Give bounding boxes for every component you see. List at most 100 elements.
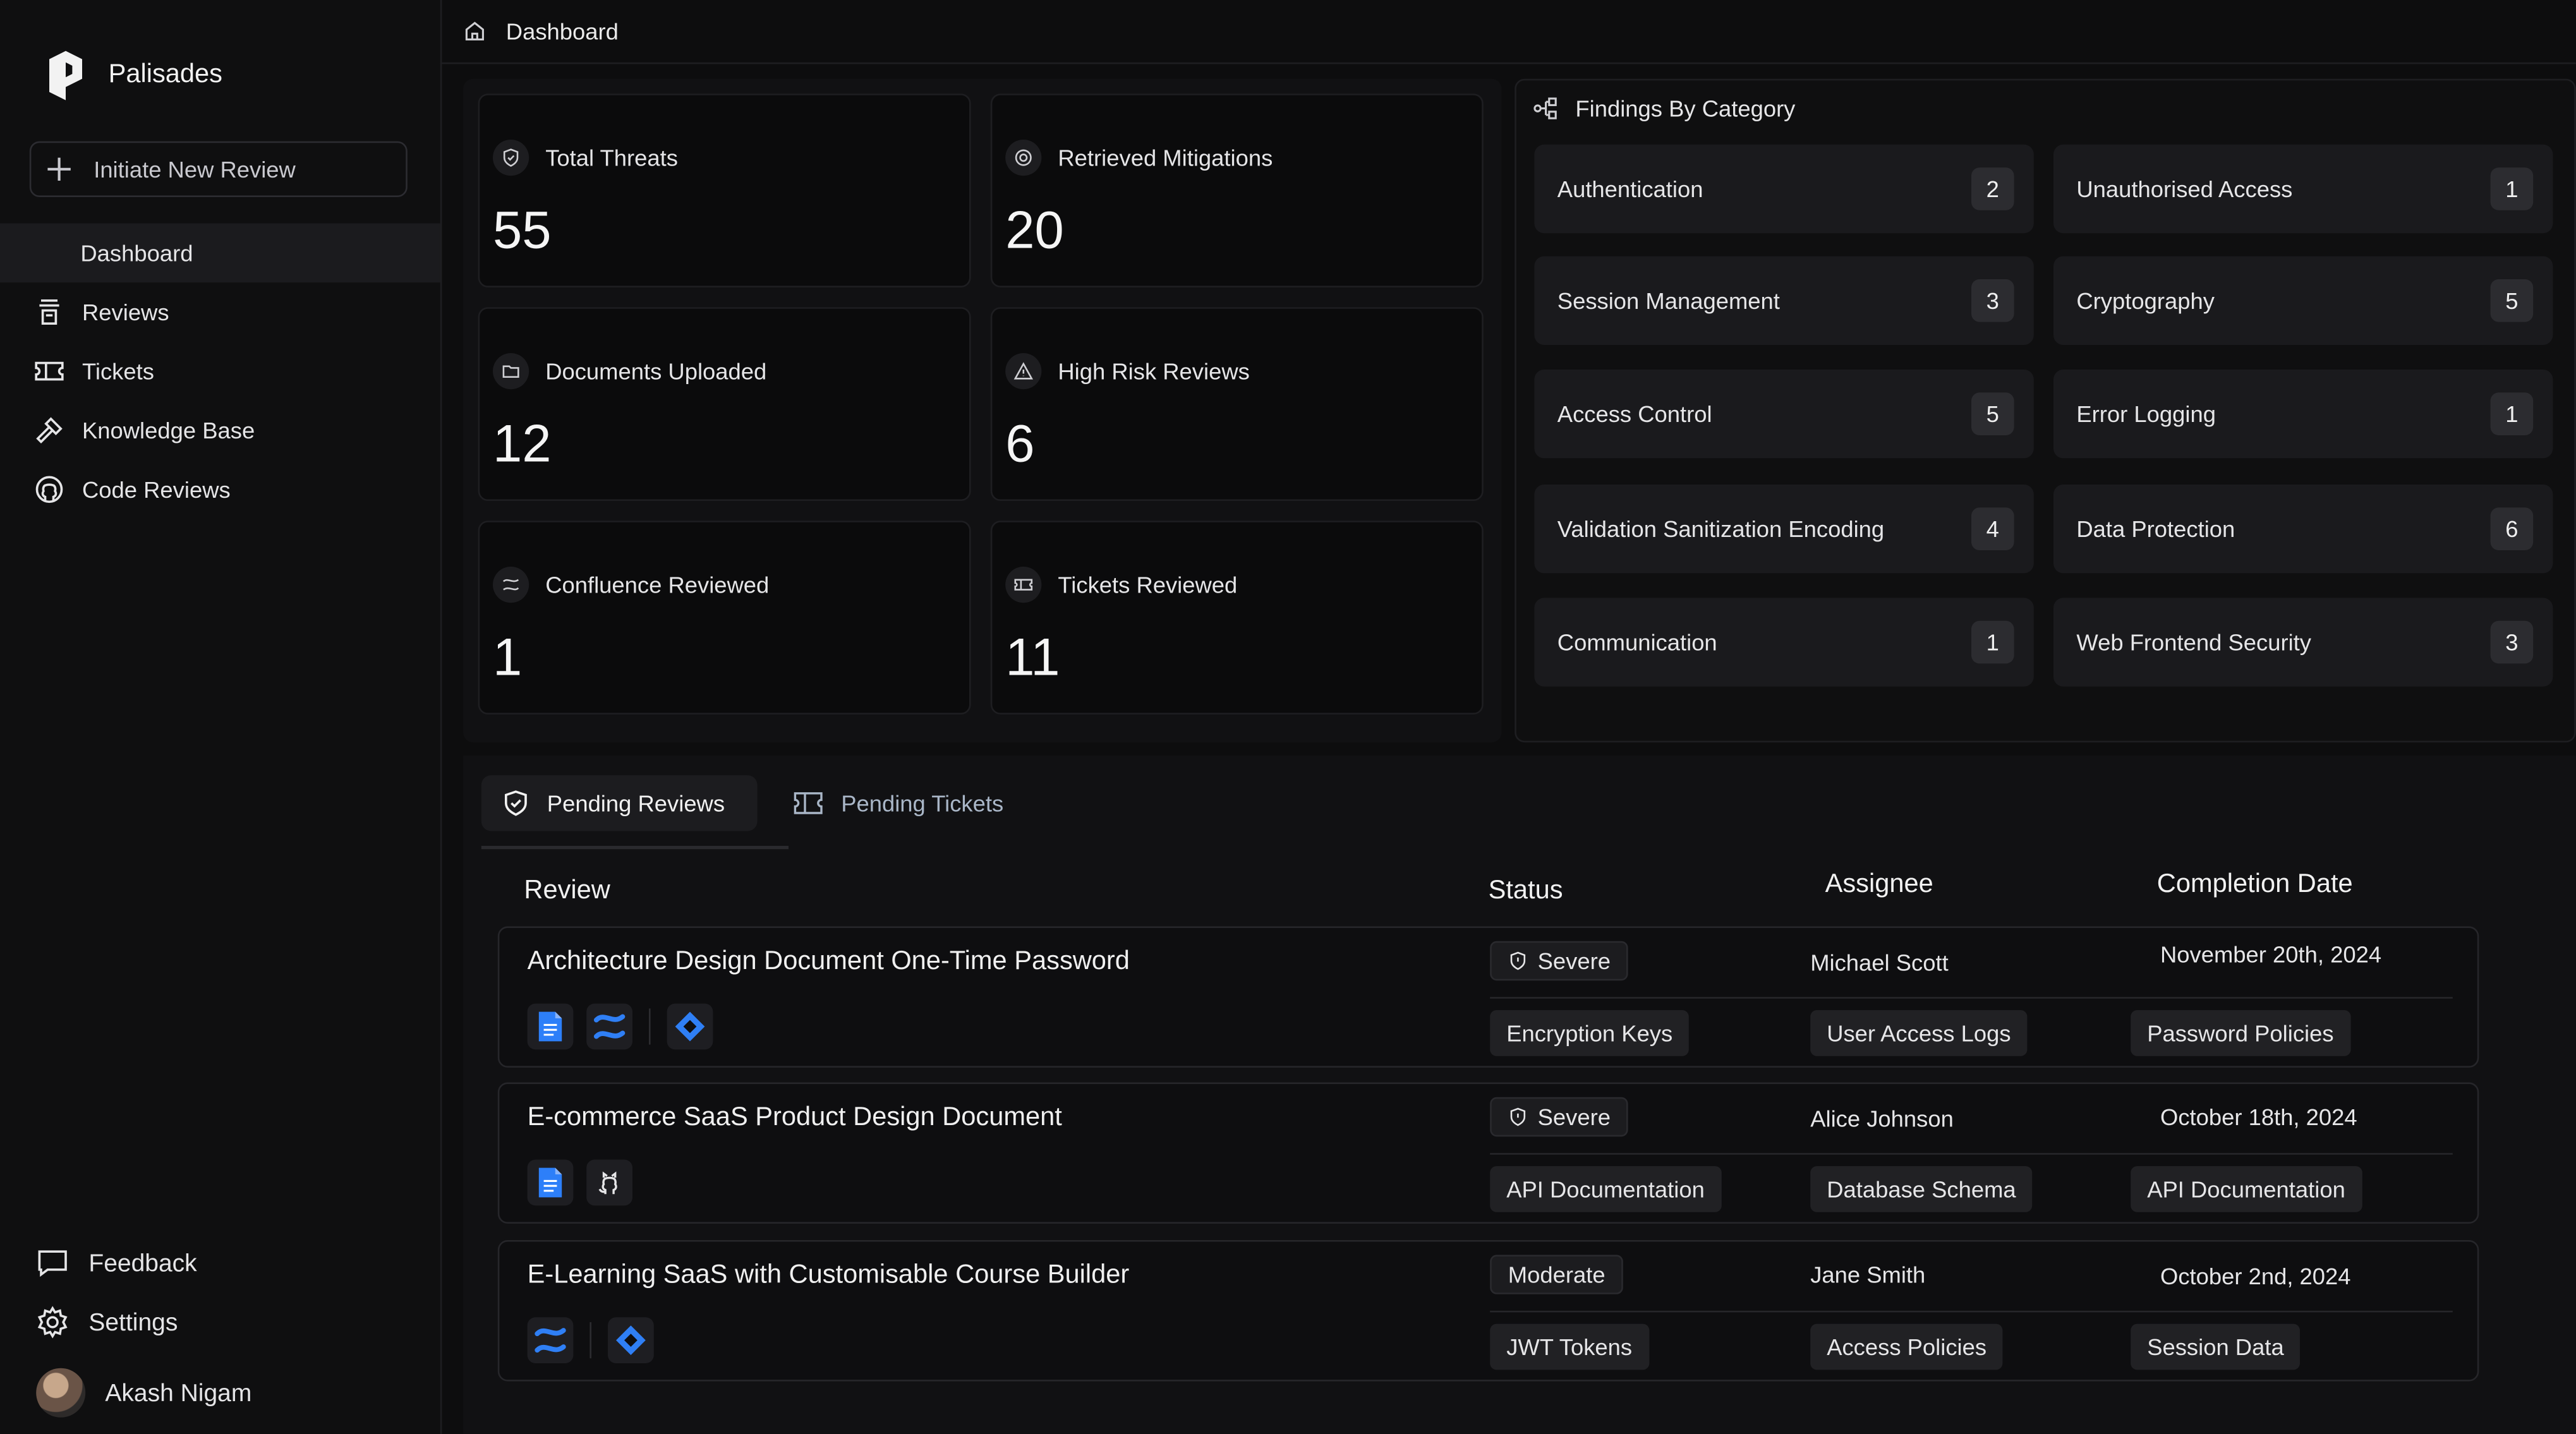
completion-date: November 20th, 2024 bbox=[2160, 941, 2382, 968]
sidebar-item-reviews[interactable]: Reviews bbox=[0, 282, 440, 342]
category-error-logging[interactable]: Error Logging 1 bbox=[2053, 370, 2553, 459]
stat-value: 6 bbox=[1005, 414, 1035, 473]
category-communication[interactable]: Communication 1 bbox=[1534, 598, 2034, 687]
tag[interactable]: API Documentation bbox=[2131, 1166, 2362, 1212]
initiate-new-review-label: Initiate New Review bbox=[94, 155, 296, 183]
shield-icon bbox=[493, 139, 529, 176]
status-badge: Severe bbox=[1490, 1097, 1629, 1137]
category-data-protection[interactable]: Data Protection 6 bbox=[2053, 485, 2553, 574]
feedback-button[interactable]: Feedback bbox=[0, 1234, 440, 1293]
jira-icon[interactable] bbox=[607, 1317, 654, 1363]
category-count: 5 bbox=[2490, 279, 2534, 322]
sidebar-item-code-reviews[interactable]: Code Reviews bbox=[0, 460, 440, 519]
table-row[interactable]: E-commerce SaaS Product Design Document … bbox=[497, 1082, 2479, 1224]
tab-pending-reviews[interactable]: Pending Reviews bbox=[481, 775, 758, 831]
github-icon bbox=[35, 476, 63, 503]
settings-button[interactable]: Settings bbox=[0, 1292, 440, 1352]
column-header-completion-date[interactable]: Completion Date bbox=[2157, 871, 2353, 900]
shield-check-icon bbox=[504, 790, 527, 816]
category-count: 3 bbox=[2490, 620, 2534, 664]
palisades-logo-icon bbox=[49, 51, 82, 100]
column-header-assignee[interactable]: Assignee bbox=[1825, 871, 1933, 900]
findings-by-category: Findings By Category Authentication 2 Un… bbox=[1515, 78, 2576, 743]
column-header-status[interactable]: Status bbox=[1489, 877, 1563, 907]
feedback-label: Feedback bbox=[88, 1249, 197, 1277]
sidebar-item-dashboard[interactable]: Dashboard bbox=[0, 223, 440, 283]
confluence-icon[interactable] bbox=[586, 1003, 632, 1050]
tag[interactable]: Database Schema bbox=[1810, 1166, 2033, 1212]
initiate-new-review-button[interactable]: Initiate New Review bbox=[29, 141, 408, 197]
tab-label: Pending Tickets bbox=[841, 790, 1004, 817]
stat-value: 1 bbox=[493, 627, 523, 687]
home-icon[interactable] bbox=[463, 20, 486, 42]
category-access-control[interactable]: Access Control 5 bbox=[1534, 370, 2034, 459]
category-label: Web Frontend Security bbox=[2076, 629, 2311, 656]
category-cryptography[interactable]: Cryptography 5 bbox=[2053, 256, 2553, 345]
category-label: Communication bbox=[1557, 629, 1717, 656]
ticket-icon bbox=[1005, 566, 1042, 603]
tag[interactable]: API Documentation bbox=[1490, 1166, 1721, 1212]
brand[interactable]: Palisades bbox=[46, 49, 222, 102]
ticket-icon bbox=[35, 361, 64, 381]
gear-icon bbox=[37, 1306, 68, 1339]
sidebar-item-tickets[interactable]: Tickets bbox=[0, 342, 440, 401]
status-badge: Moderate bbox=[1490, 1255, 1624, 1294]
table-row[interactable]: Architecture Design Document One-Time Pa… bbox=[497, 926, 2479, 1068]
review-title[interactable]: Architecture Design Document One-Time Pa… bbox=[528, 948, 1130, 977]
category-label: Access Control bbox=[1557, 401, 1712, 427]
stat-value: 55 bbox=[493, 200, 552, 260]
category-count: 1 bbox=[1971, 620, 2014, 664]
user-profile[interactable]: Akash Nigam bbox=[0, 1352, 440, 1434]
findings-title: Findings By Category bbox=[1533, 95, 1796, 122]
stat-label: Retrieved Mitigations bbox=[1058, 144, 1273, 171]
category-count: 1 bbox=[2490, 392, 2534, 435]
category-label: Session Management bbox=[1557, 287, 1780, 314]
category-web-frontend-security[interactable]: Web Frontend Security 3 bbox=[2053, 598, 2553, 687]
github-icon[interactable] bbox=[586, 1159, 632, 1206]
table-row[interactable]: E-Learning SaaS with Customisable Course… bbox=[497, 1239, 2479, 1382]
settings-label: Settings bbox=[88, 1308, 178, 1337]
category-unauthorised-access[interactable]: Unauthorised Access 1 bbox=[2053, 144, 2553, 234]
stat-card-retrieved-mitigations[interactable]: Retrieved Mitigations 20 bbox=[990, 93, 1484, 287]
status-badge: Severe bbox=[1490, 941, 1629, 981]
stat-card-confluence-reviewed[interactable]: Confluence Reviewed 1 bbox=[478, 521, 971, 714]
category-authentication[interactable]: Authentication 2 bbox=[1534, 144, 2034, 234]
column-header-review[interactable]: Review bbox=[524, 877, 610, 907]
google-docs-icon[interactable] bbox=[527, 1003, 574, 1050]
tab-pending-tickets[interactable]: Pending Tickets bbox=[772, 775, 1023, 831]
stat-label: Tickets Reviewed bbox=[1058, 571, 1238, 598]
tag[interactable]: Session Data bbox=[2131, 1323, 2301, 1370]
tab-label: Pending Reviews bbox=[547, 790, 725, 817]
row-divider bbox=[1490, 1310, 2453, 1313]
sidebar: Palisades Initiate New Review Dashboard … bbox=[0, 0, 442, 1434]
category-validation-sanitization-encoding[interactable]: Validation Sanitization Encoding 4 bbox=[1534, 485, 2034, 574]
tag[interactable]: Password Policies bbox=[2131, 1010, 2350, 1056]
findings-title-text: Findings By Category bbox=[1575, 95, 1796, 122]
confluence-icon[interactable] bbox=[527, 1317, 574, 1363]
sidebar-item-label: Knowledge Base bbox=[82, 417, 255, 443]
tag[interactable]: Encryption Keys bbox=[1490, 1010, 1690, 1056]
row-divider bbox=[1490, 997, 2453, 999]
stat-card-high-risk-reviews[interactable]: High Risk Reviews 6 bbox=[990, 307, 1484, 501]
stat-card-total-threats[interactable]: Total Threats 55 bbox=[478, 93, 971, 287]
completion-date: October 2nd, 2024 bbox=[2160, 1263, 2351, 1289]
tag[interactable]: User Access Logs bbox=[1810, 1010, 2028, 1056]
stat-card-tickets-reviewed[interactable]: Tickets Reviewed 11 bbox=[990, 521, 1484, 714]
stat-label: Confluence Reviewed bbox=[545, 571, 770, 598]
tag[interactable]: JWT Tokens bbox=[1490, 1323, 1649, 1370]
icon-separator bbox=[649, 1008, 651, 1045]
jira-icon[interactable] bbox=[667, 1003, 713, 1050]
app-frame: Palisades Initiate New Review Dashboard … bbox=[0, 0, 2576, 1434]
hammer-icon bbox=[36, 417, 63, 443]
status-label: Severe bbox=[1537, 1104, 1611, 1130]
review-title[interactable]: E-Learning SaaS with Customisable Course… bbox=[528, 1262, 1130, 1291]
sidebar-item-knowledge-base[interactable]: Knowledge Base bbox=[0, 401, 440, 460]
category-session-management[interactable]: Session Management 3 bbox=[1534, 256, 2034, 345]
breadcrumb: Dashboard bbox=[440, 0, 2576, 64]
review-title[interactable]: E-commerce SaaS Product Design Document bbox=[528, 1104, 1062, 1133]
stat-card-documents-uploaded[interactable]: Documents Uploaded 12 bbox=[478, 307, 971, 501]
tag[interactable]: Access Policies bbox=[1810, 1323, 2004, 1370]
google-docs-icon[interactable] bbox=[527, 1159, 574, 1206]
category-label: Unauthorised Access bbox=[2076, 176, 2293, 202]
category-count: 4 bbox=[1971, 507, 2014, 550]
